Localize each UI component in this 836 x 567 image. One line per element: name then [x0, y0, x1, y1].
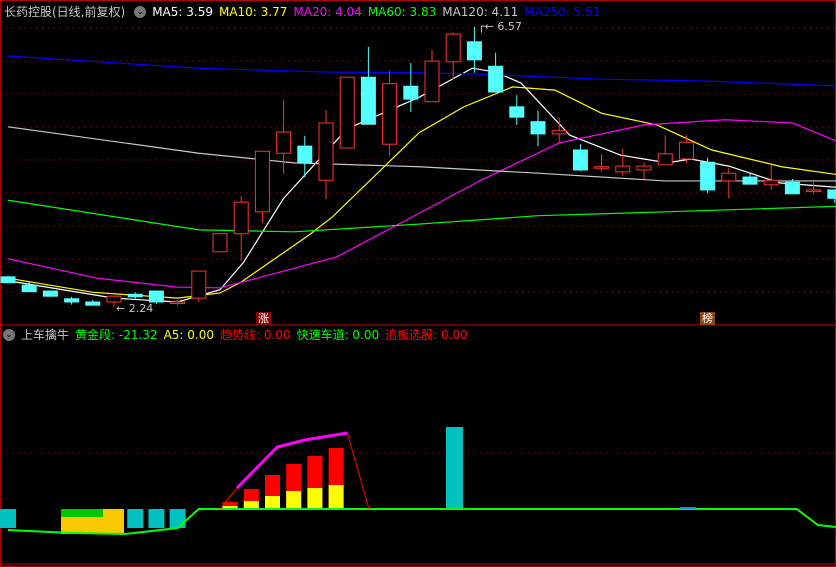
candle-body	[403, 85, 419, 100]
candle-body	[424, 60, 440, 103]
candle-body	[0, 276, 16, 284]
yellow-bar	[265, 496, 280, 509]
green-block	[61, 509, 103, 517]
cyan-bar	[0, 509, 16, 528]
candle-body	[763, 179, 779, 186]
price-chart[interactable]	[0, 0, 836, 567]
candle-body	[551, 130, 567, 135]
candle-body	[636, 165, 652, 171]
candle-body	[488, 65, 504, 93]
yellow-bar	[286, 491, 302, 509]
candle-body	[170, 301, 186, 304]
candle-body	[700, 161, 716, 191]
candle-body	[233, 201, 249, 235]
chart-frame	[0, 0, 836, 567]
candle-body	[254, 150, 270, 213]
candle-body	[339, 76, 355, 149]
candle-body	[615, 165, 631, 173]
yellow-bar	[243, 501, 259, 509]
candle-body	[827, 189, 836, 199]
high-price-value: 6.57	[497, 20, 522, 33]
candle-body	[42, 290, 58, 297]
candle-body	[127, 293, 143, 298]
yellow-bar	[307, 488, 323, 509]
ma-line-ma20	[7, 119, 836, 289]
candle-body	[360, 76, 376, 125]
limit-up-marker[interactable]: 涨	[256, 312, 271, 325]
candle-body	[191, 270, 207, 299]
candle-body	[678, 141, 694, 160]
candle-body	[572, 149, 588, 171]
candle-body	[297, 145, 313, 164]
candle-body	[382, 83, 398, 145]
small-bar	[680, 507, 696, 509]
low-price-value: 2.24	[128, 302, 154, 315]
candle-body	[64, 298, 80, 303]
list-marker[interactable]: 榜	[700, 312, 715, 325]
low-price-label: ← 2.24	[116, 302, 154, 315]
candle-body	[742, 176, 758, 185]
cyan-bar	[169, 509, 186, 528]
candle-body	[318, 122, 334, 181]
candle-body	[594, 166, 610, 169]
candle-body	[721, 172, 737, 182]
candle-body	[509, 106, 525, 118]
yellow-bar	[328, 485, 344, 509]
candle-body	[530, 121, 546, 135]
ma-line-ma60	[7, 199, 836, 233]
candle-body	[21, 284, 37, 293]
candle-body	[148, 290, 164, 303]
candle-body	[445, 33, 461, 63]
candle-body	[212, 233, 228, 253]
candle-body	[85, 301, 101, 306]
cyan-bar	[148, 509, 165, 528]
candle-body	[784, 181, 800, 195]
candle-body	[806, 189, 822, 192]
candle-body	[466, 41, 482, 61]
cyan-bar	[127, 509, 144, 528]
candle-body	[657, 153, 673, 166]
high-price-label: ┌← 6.57	[478, 20, 522, 33]
candle-body	[276, 131, 292, 154]
cyan-bar	[446, 427, 463, 509]
